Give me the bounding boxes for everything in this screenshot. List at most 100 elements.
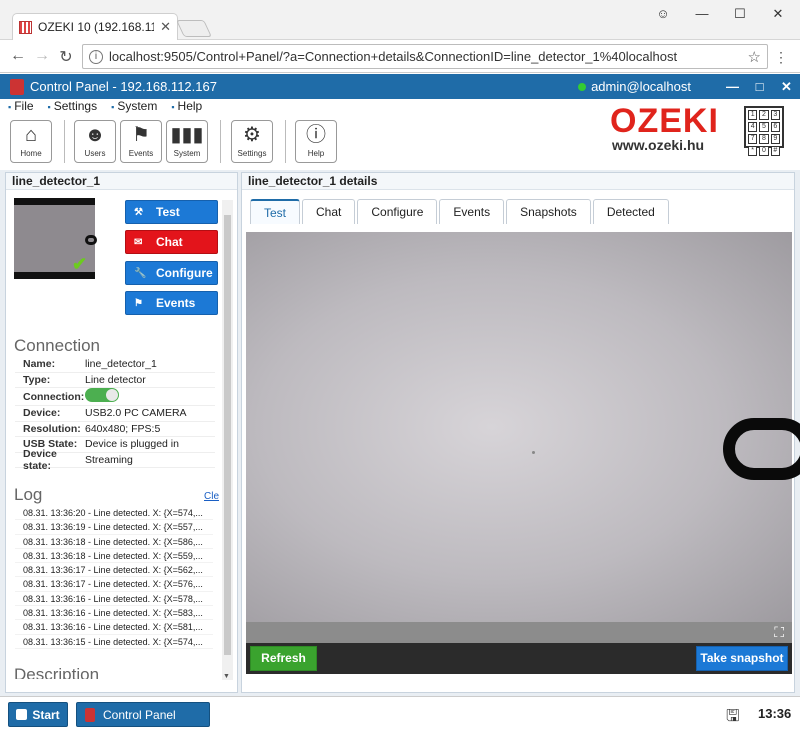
scroll-down-icon[interactable]: ▼ xyxy=(223,673,230,680)
take-snapshot-button[interactable]: Take snapshot xyxy=(696,646,788,671)
events-panel-button[interactable]: ⚑ Events xyxy=(125,291,218,315)
ozeki-logo-url: www.ozeki.hu xyxy=(612,137,705,153)
chat-label: Chat xyxy=(156,235,183,249)
property-value: Device is plugged in xyxy=(85,438,179,451)
left-panel-title: line_detector_1 xyxy=(6,173,237,190)
site-info-icon[interactable]: i xyxy=(89,49,103,64)
log-line: 08.31. 13:36:17 - Line detected. X: {X=5… xyxy=(15,563,213,578)
description-heading: Description xyxy=(14,665,100,679)
menu-file[interactable]: File xyxy=(8,99,33,116)
bookmark-star-icon[interactable]: ☆ xyxy=(748,48,767,66)
keypad-key: 6 xyxy=(770,122,780,132)
log-heading: Log xyxy=(14,485,43,504)
keypad-key: 3 xyxy=(770,110,780,120)
forward-icon[interactable]: → xyxy=(32,47,52,65)
menu-help[interactable]: Help xyxy=(171,99,203,116)
back-icon[interactable]: ← xyxy=(8,47,28,65)
ozeki-logo-word: OZEKI xyxy=(610,102,719,140)
app-header: Control Panel - 192.168.112.167 admin@lo… xyxy=(0,74,800,99)
camera-video-feed xyxy=(246,232,800,622)
keypad-key: # xyxy=(770,146,780,156)
tab-chat[interactable]: Chat xyxy=(302,199,356,224)
connection-toggle[interactable] xyxy=(85,388,119,402)
browser-menu-icon[interactable]: ⋮ xyxy=(774,49,788,66)
tab-test[interactable]: Test xyxy=(250,199,301,224)
clear-log-link[interactable]: Cle xyxy=(204,491,219,502)
log-list: 08.31. 13:36:20 - Line detected. X: {X=5… xyxy=(15,506,213,656)
property-key: Device: xyxy=(23,407,61,420)
log-line: 08.31. 13:36:18 - Line detected. X: {X=5… xyxy=(15,549,213,564)
user-name[interactable]: admin@localhost xyxy=(591,79,691,94)
property-value: line_detector_1 xyxy=(85,358,157,371)
test-button[interactable]: ⚒ Test xyxy=(125,200,218,224)
account-icon[interactable]: ☺ xyxy=(653,6,673,21)
taskbar: Start Control Panel 🖫 13:36 xyxy=(0,696,800,733)
flag-icon: ⚑ xyxy=(134,297,143,309)
refresh-button[interactable]: Refresh xyxy=(250,646,317,671)
toolbar-divider xyxy=(220,120,221,163)
home-label: Home xyxy=(20,149,42,158)
keypad-key: * xyxy=(748,146,758,156)
menu-system[interactable]: System xyxy=(111,99,157,116)
control-panel-taskbar-button[interactable]: Control Panel xyxy=(76,702,210,727)
url-text: localhost:9505/Control+Panel/?a=Connecti… xyxy=(109,49,678,64)
details-panel: line_detector_1 details Test Chat Config… xyxy=(241,172,800,693)
home-button[interactable]: ⌂ Home xyxy=(10,120,52,163)
chat-button[interactable]: ✉ Chat xyxy=(125,230,218,254)
new-tab-button[interactable] xyxy=(176,20,212,37)
app-maximize-icon[interactable]: □ xyxy=(746,79,773,94)
app-close-icon[interactable]: ✕ xyxy=(773,79,800,95)
tab-detected[interactable]: Detected xyxy=(592,199,669,224)
system-button[interactable]: ▮▮▮ System xyxy=(166,120,208,163)
keypad-key: 8 xyxy=(759,134,769,144)
address-bar-row: ← → ↻ i localhost:9505/Control+Panel/?a=… xyxy=(0,40,800,73)
users-button[interactable]: ☻ Users xyxy=(74,120,116,163)
start-icon xyxy=(16,709,28,720)
events-button[interactable]: ⚑ Events xyxy=(120,120,162,163)
thumbnail-bar xyxy=(14,198,95,205)
property-value: 640x480; FPS:5 xyxy=(85,422,161,435)
keypad-key: 4 xyxy=(748,122,758,132)
checkmark-icon: ✔ xyxy=(72,254,88,274)
maximize-window-icon[interactable]: ☐ xyxy=(730,6,750,22)
keypad-key: 1 xyxy=(748,110,758,120)
ozeki-logo: OZEKI www.ozeki.hu 1 2 3 4 5 6 7 8 9 * 0… xyxy=(610,102,790,156)
user-icon: ☻ xyxy=(84,124,106,146)
left-panel-scrollbar[interactable]: ▼ xyxy=(222,200,233,680)
url-input[interactable]: i localhost:9505/Control+Panel/?a=Connec… xyxy=(82,44,768,69)
minimize-window-icon[interactable]: — xyxy=(692,6,712,21)
fullscreen-icon[interactable]: ⛶ xyxy=(774,624,784,641)
property-value: Streaming xyxy=(85,453,133,466)
control-panel-label: Control Panel xyxy=(103,707,176,722)
close-tab-icon[interactable]: ✕ xyxy=(160,19,171,35)
configure-button[interactable]: 🔧 Configure xyxy=(125,261,218,285)
browser-tab[interactable]: OZEKI 10 (192.168.112.16 ✕ xyxy=(12,13,178,40)
tab-configure[interactable]: Configure xyxy=(357,199,438,224)
camera-thumbnail[interactable]: ✔ xyxy=(14,198,97,279)
settings-button[interactable]: ⚙ Settings xyxy=(231,120,273,163)
start-button[interactable]: Start xyxy=(8,702,68,727)
reload-icon[interactable]: ↻ xyxy=(56,47,76,67)
scrollbar-thumb[interactable] xyxy=(224,215,231,655)
property-key: Name: xyxy=(23,358,56,371)
toolbar-divider xyxy=(64,120,65,163)
details-tabs: Test Chat Configure Events Snapshots Det… xyxy=(250,199,669,224)
keypad-logo-icon: 1 2 3 4 5 6 7 8 9 * 0 # xyxy=(744,106,784,156)
close-window-icon[interactable]: ✕ xyxy=(768,6,788,22)
app-minimize-icon[interactable]: — xyxy=(719,79,746,94)
log-line: 08.31. 13:36:16 - Line detected. X: {X=5… xyxy=(15,606,213,621)
menu-settings[interactable]: Settings xyxy=(48,99,97,116)
chat-icon: ✉ xyxy=(134,236,143,248)
app-title: Control Panel - 192.168.112.167 xyxy=(30,79,217,94)
tab-events[interactable]: Events xyxy=(439,199,505,224)
log-line: 08.31. 13:36:17 - Line detected. X: {X=5… xyxy=(15,577,213,592)
help-button[interactable]: ⓘ Help xyxy=(295,120,337,163)
connection-properties: Name: line_detector_1 Type: Line detector … xyxy=(15,357,215,472)
wrench-icon: 🔧 xyxy=(134,267,147,279)
hammer-icon: ⚒ xyxy=(134,206,143,218)
monitor-icon[interactable]: 🖫 xyxy=(726,705,740,732)
keypad-key: 5 xyxy=(759,122,769,132)
log-line: 08.31. 13:36:16 - Line detected. X: {X=5… xyxy=(15,592,213,607)
browser-tab-bar: OZEKI 10 (192.168.112.16 ✕ ☺ — ☐ ✕ xyxy=(0,0,800,40)
tab-snapshots[interactable]: Snapshots xyxy=(506,199,591,224)
